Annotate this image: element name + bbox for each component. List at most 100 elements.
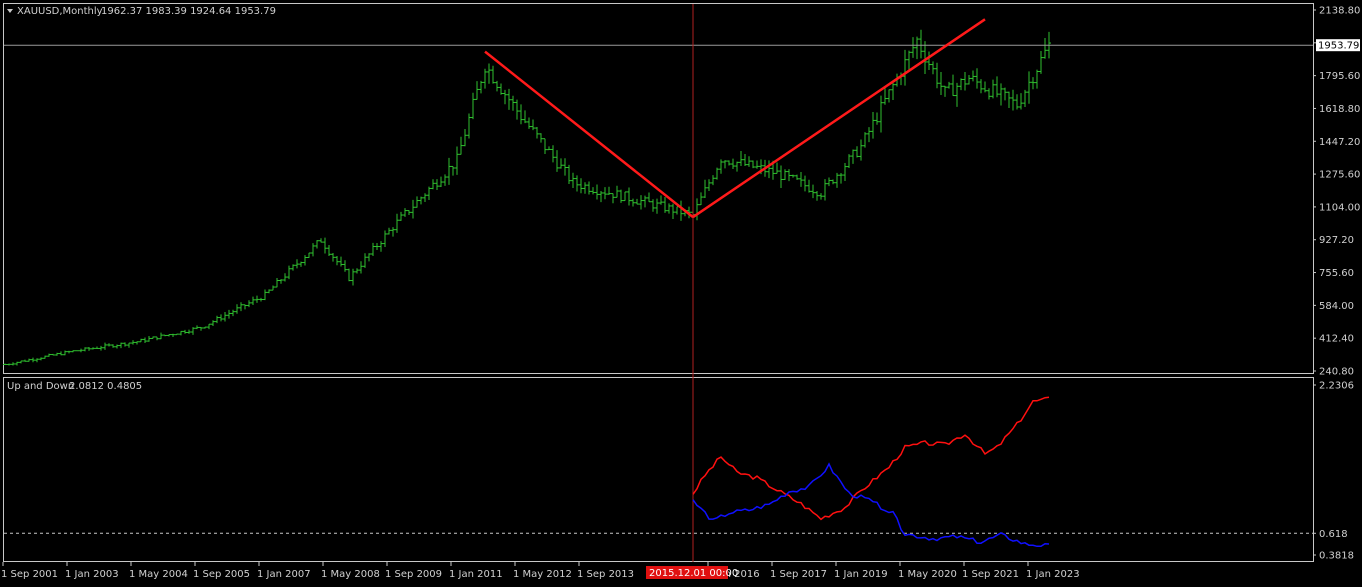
price-bar bbox=[807, 180, 811, 193]
price-bar bbox=[411, 200, 415, 219]
price-bar bbox=[535, 127, 539, 138]
price-bar bbox=[971, 70, 975, 81]
last-price-label: 1953.79 bbox=[1318, 41, 1359, 52]
price-bar bbox=[539, 133, 543, 142]
price-bar bbox=[167, 334, 171, 336]
price-bar bbox=[619, 190, 623, 203]
price-bar bbox=[767, 160, 771, 178]
price-bar bbox=[859, 140, 863, 161]
price-bar bbox=[23, 360, 27, 362]
x-tick-label: 1 May 2020 bbox=[898, 569, 957, 580]
price-bar bbox=[351, 269, 355, 286]
price-bar bbox=[543, 139, 547, 154]
price-bar bbox=[631, 199, 635, 207]
price-bar bbox=[739, 151, 743, 166]
price-bar bbox=[571, 173, 575, 188]
symbol-label: XAUUSD,Monthly bbox=[17, 6, 103, 17]
price-bar bbox=[447, 158, 451, 185]
price-bar bbox=[499, 84, 503, 95]
price-bar bbox=[795, 175, 799, 180]
price-bar bbox=[515, 100, 519, 120]
price-bar bbox=[1039, 51, 1043, 74]
indicator-header: Up and Down 2.0812 0.4805 bbox=[7, 381, 142, 392]
price-bar bbox=[903, 50, 907, 86]
price-bar bbox=[43, 356, 47, 359]
price-bar bbox=[291, 264, 295, 270]
price-bar bbox=[563, 158, 567, 175]
price-bar bbox=[339, 257, 343, 267]
x-tick-label: 1 Jan 2019 bbox=[834, 569, 888, 580]
price-bar bbox=[919, 30, 923, 59]
price-bar bbox=[439, 177, 443, 187]
price-tick-label: 240.80 bbox=[1319, 367, 1354, 378]
price-bar bbox=[995, 76, 999, 97]
price-bar bbox=[15, 362, 19, 366]
price-bar bbox=[999, 83, 1003, 105]
price-bar bbox=[743, 154, 747, 166]
price-bar bbox=[519, 104, 523, 124]
crosshair-date-label: 2015.12.01 00:00 bbox=[649, 568, 738, 579]
price-bar bbox=[803, 176, 807, 192]
price-bar bbox=[507, 89, 511, 110]
price-bar bbox=[251, 297, 255, 305]
price-bar bbox=[127, 343, 131, 348]
price-bar bbox=[67, 351, 71, 354]
price-bar bbox=[131, 340, 135, 345]
price-bar bbox=[955, 83, 959, 107]
price-bar bbox=[219, 314, 223, 321]
price-bar bbox=[59, 351, 63, 355]
price-bar bbox=[475, 81, 479, 99]
chart-canvas[interactable]: 2138.801967.201795.601618.801447.201275.… bbox=[0, 0, 1362, 584]
price-bar bbox=[635, 199, 639, 204]
price-bar bbox=[583, 182, 587, 193]
price-bar bbox=[179, 331, 183, 335]
price-bar bbox=[675, 207, 679, 215]
price-bar bbox=[195, 325, 199, 329]
price-bar bbox=[211, 320, 215, 326]
price-bar bbox=[451, 166, 455, 175]
price-bar bbox=[523, 110, 527, 123]
price-bar bbox=[483, 69, 487, 89]
collapse-triangle-icon[interactable] bbox=[7, 9, 13, 13]
price-bar bbox=[503, 90, 507, 104]
overlay-layer bbox=[4, 4, 1313, 562]
price-tick-label: 1795.60 bbox=[1319, 71, 1360, 82]
price-bar bbox=[823, 179, 827, 200]
price-bar bbox=[639, 195, 643, 209]
chart-window[interactable]: 2138.801967.201795.601618.801447.201275.… bbox=[0, 0, 1362, 584]
price-bar bbox=[559, 158, 563, 168]
price-bar bbox=[279, 279, 283, 284]
axes-layer: 2138.801967.201795.601618.801447.201275.… bbox=[1, 6, 1360, 581]
price-bar bbox=[311, 243, 315, 256]
price-bar bbox=[827, 178, 831, 187]
price-bar bbox=[155, 337, 159, 340]
price-bar bbox=[479, 81, 483, 94]
price-bar bbox=[931, 61, 935, 74]
price-bar bbox=[135, 341, 139, 344]
price-bar bbox=[255, 296, 259, 303]
price-bar bbox=[83, 347, 87, 351]
price-bar bbox=[679, 201, 683, 221]
price-bar bbox=[867, 127, 871, 142]
price-bar bbox=[851, 150, 855, 164]
price-bar bbox=[783, 169, 787, 180]
price-bar bbox=[299, 262, 303, 267]
price-bar bbox=[575, 175, 579, 191]
price-bar bbox=[371, 243, 375, 256]
price-bar bbox=[847, 154, 851, 168]
price-bar bbox=[55, 353, 59, 356]
price-bar bbox=[907, 51, 911, 71]
price-bar bbox=[951, 75, 955, 96]
trendline-2[interactable] bbox=[693, 19, 985, 217]
price-bar bbox=[319, 238, 323, 242]
price-bar bbox=[887, 89, 891, 102]
price-bar bbox=[527, 118, 531, 129]
price-bar bbox=[983, 82, 987, 93]
price-bar bbox=[595, 184, 599, 199]
price-tick-label: 927.20 bbox=[1319, 235, 1354, 246]
price-bar bbox=[435, 179, 439, 190]
price-bar bbox=[183, 330, 187, 334]
price-bar bbox=[7, 363, 11, 365]
price-bar bbox=[747, 156, 751, 167]
price-bar bbox=[267, 289, 271, 293]
